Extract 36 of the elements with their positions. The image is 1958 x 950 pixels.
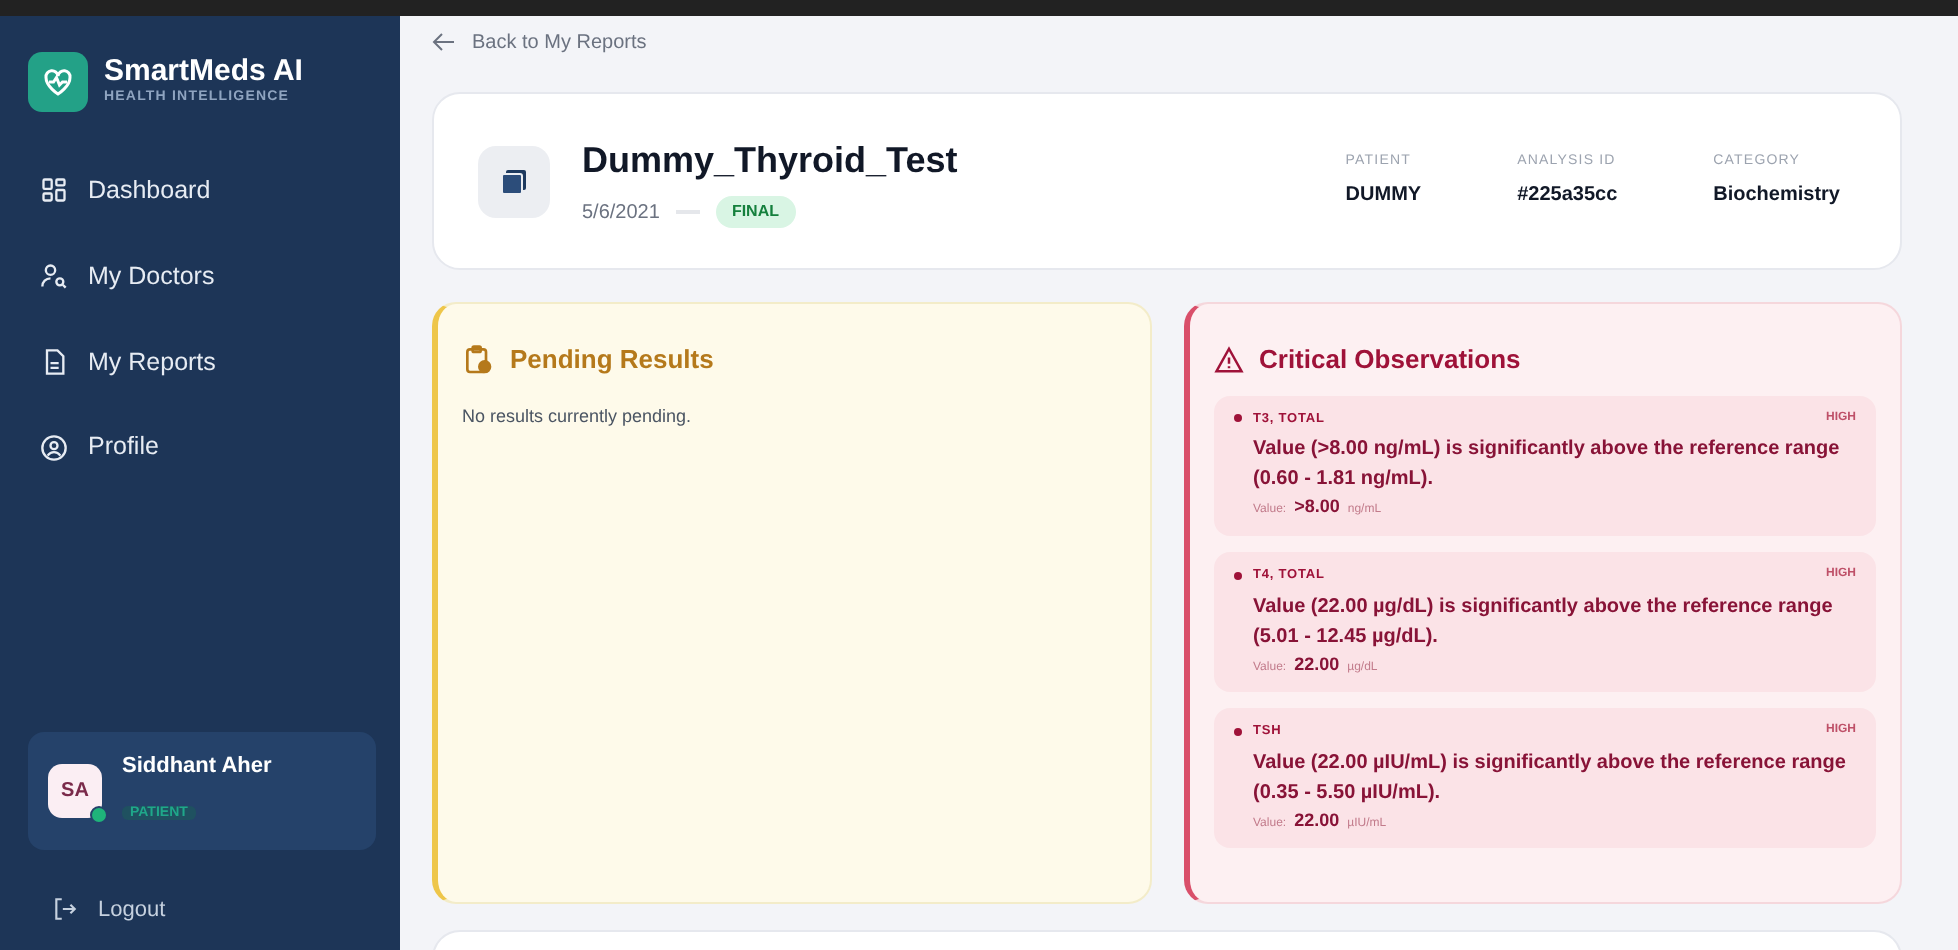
avatar: SA	[48, 763, 102, 818]
logout-icon	[52, 896, 78, 923]
value-number: 22.00	[1294, 651, 1340, 677]
bullet-icon	[1233, 727, 1241, 736]
meta-value: #225a35cc	[1517, 182, 1618, 211]
panel-title: Pending Results	[510, 342, 714, 378]
grid-icon	[40, 176, 68, 205]
nav-item[interactable]: My Reports	[28, 323, 376, 401]
value-number: 22.00	[1294, 807, 1340, 834]
meta-value: Biochemistry	[1713, 182, 1840, 211]
meta-value: DUMMY	[1345, 182, 1422, 211]
logout-button[interactable]: Logout	[28, 849, 376, 926]
report-title: Dummy_Thyroid_Test	[582, 138, 958, 184]
warning-icon	[1213, 345, 1243, 374]
observation-text: Value (22.00 µg/dL) is significantly above the reference range (5.01 - 12.45 µg/dL).	[1251, 593, 1835, 651]
user-circle-icon	[40, 433, 68, 462]
value-number: >8.00	[1294, 494, 1340, 521]
back-arrow-icon	[432, 32, 456, 52]
nav-item[interactable]: Profile	[28, 408, 376, 486]
status-badge: FINAL	[715, 196, 795, 228]
report-date: 5/6/2021	[582, 199, 660, 227]
document-icon	[40, 347, 68, 376]
back-link[interactable]: Back to My Reports	[432, 27, 647, 57]
nav-item[interactable]: My Doctors	[28, 237, 376, 315]
bullet-icon	[1233, 571, 1241, 580]
nav-item[interactable]: Dashboard	[28, 152, 376, 230]
heart-logo-icon	[28, 52, 88, 112]
observation-text: Value (22.00 µIU/mL) is significantly above the reference range (0.35 - 5.50 µIU/mL).	[1251, 749, 1848, 808]
panel-title: Critical Observations	[1259, 342, 1521, 378]
brand-name: SmartMeds AI	[104, 55, 303, 88]
pdf-file-icon	[478, 145, 550, 217]
user-name: Siddhant Aher	[122, 752, 272, 782]
observation-text: Value (>8.00 ng/mL) is significantly above the reference range (0.60 - 1.81 ng/mL).	[1251, 436, 1842, 495]
user-search-icon	[40, 262, 68, 291]
pending-message: No results currently pending.	[462, 403, 694, 430]
bullet-icon	[1233, 414, 1241, 423]
